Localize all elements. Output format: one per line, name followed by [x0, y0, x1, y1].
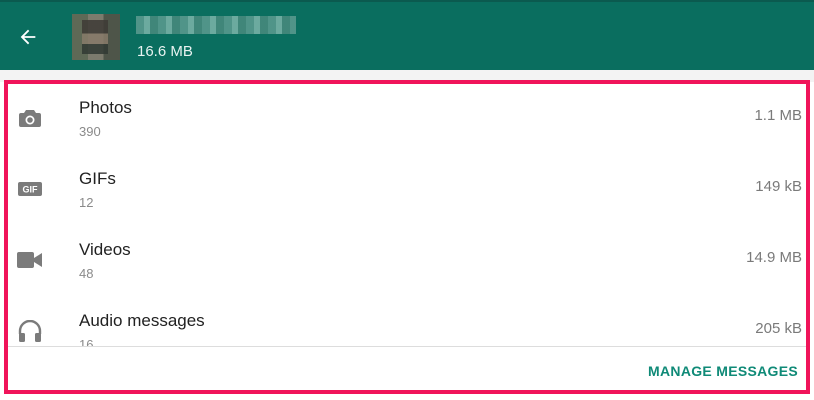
back-button[interactable] [13, 22, 43, 52]
list-item-photos[interactable]: Photos 390 1.1 MB [8, 84, 806, 155]
item-size: 1.1 MB [754, 107, 802, 124]
video-camera-icon [16, 248, 44, 272]
media-list: Photos 390 1.1 MB GIF GIFs 12 149 kB Vid… [8, 84, 806, 346]
manage-messages-button[interactable]: MANAGE MESSAGES [648, 363, 798, 379]
item-label: Audio messages [79, 311, 205, 330]
item-size: 149 kB [755, 178, 802, 195]
avatar [72, 14, 120, 60]
headphones-icon [16, 319, 44, 343]
item-count: 16 [79, 337, 94, 346]
list-item-audio-messages[interactable]: Audio messages 16 205 kB [8, 297, 806, 346]
list-item-gifs[interactable]: GIF GIFs 12 149 kB [8, 155, 806, 226]
divider [8, 346, 806, 347]
storage-breakdown-panel: Photos 390 1.1 MB GIF GIFs 12 149 kB Vid… [4, 80, 810, 394]
contact-name [136, 16, 296, 34]
gif-icon: GIF [16, 177, 44, 201]
camera-icon [16, 106, 44, 130]
item-size: 205 kB [755, 320, 802, 337]
item-label: Videos [79, 240, 131, 259]
item-label: GIFs [79, 169, 116, 188]
arrow-left-icon [20, 29, 36, 45]
item-count: 48 [79, 266, 94, 281]
app-bar: 16.6 MB [0, 0, 814, 70]
item-count: 390 [79, 124, 101, 139]
item-size: 14.9 MB [746, 249, 802, 266]
item-label: Photos [79, 98, 132, 117]
total-size: 16.6 MB [137, 43, 193, 60]
list-item-videos[interactable]: Videos 48 14.9 MB [8, 226, 806, 297]
svg-text:GIF: GIF [23, 185, 39, 195]
item-count: 12 [79, 195, 94, 210]
